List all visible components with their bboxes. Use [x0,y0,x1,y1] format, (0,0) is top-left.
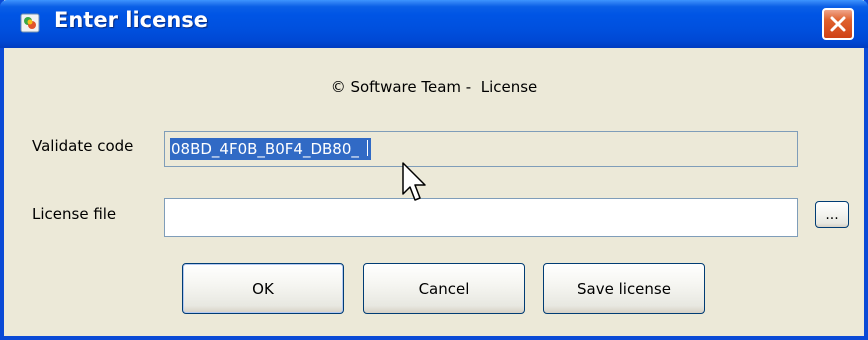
close-button[interactable] [822,8,854,40]
validate-code-label: Validate code [32,137,134,155]
license-file-label: License file [32,205,117,223]
window-title: Enter license [54,8,209,32]
close-icon [830,16,846,32]
save-license-button[interactable]: Save license [543,263,705,314]
mouse-pointer-icon [402,162,426,201]
ok-button[interactable]: OK [182,263,344,314]
browse-button[interactable]: ... [815,201,849,228]
copyright-text: © Software Team - License [330,78,538,96]
app-icon [20,13,40,33]
cancel-button[interactable]: Cancel [363,263,525,314]
dialog-window: Enter license © Software Team - License … [0,0,868,340]
text-caret [366,140,368,156]
validate-code-field[interactable]: 08BD_4F0B_B0F4_DB80_ [164,131,798,167]
validate-code-selection: 08BD_4F0B_B0F4_DB80_ [170,138,371,160]
title-bar[interactable]: Enter license [0,0,868,48]
license-file-input[interactable] [164,198,798,237]
validate-code-value: 08BD_4F0B_B0F4_DB80_ [171,140,359,158]
